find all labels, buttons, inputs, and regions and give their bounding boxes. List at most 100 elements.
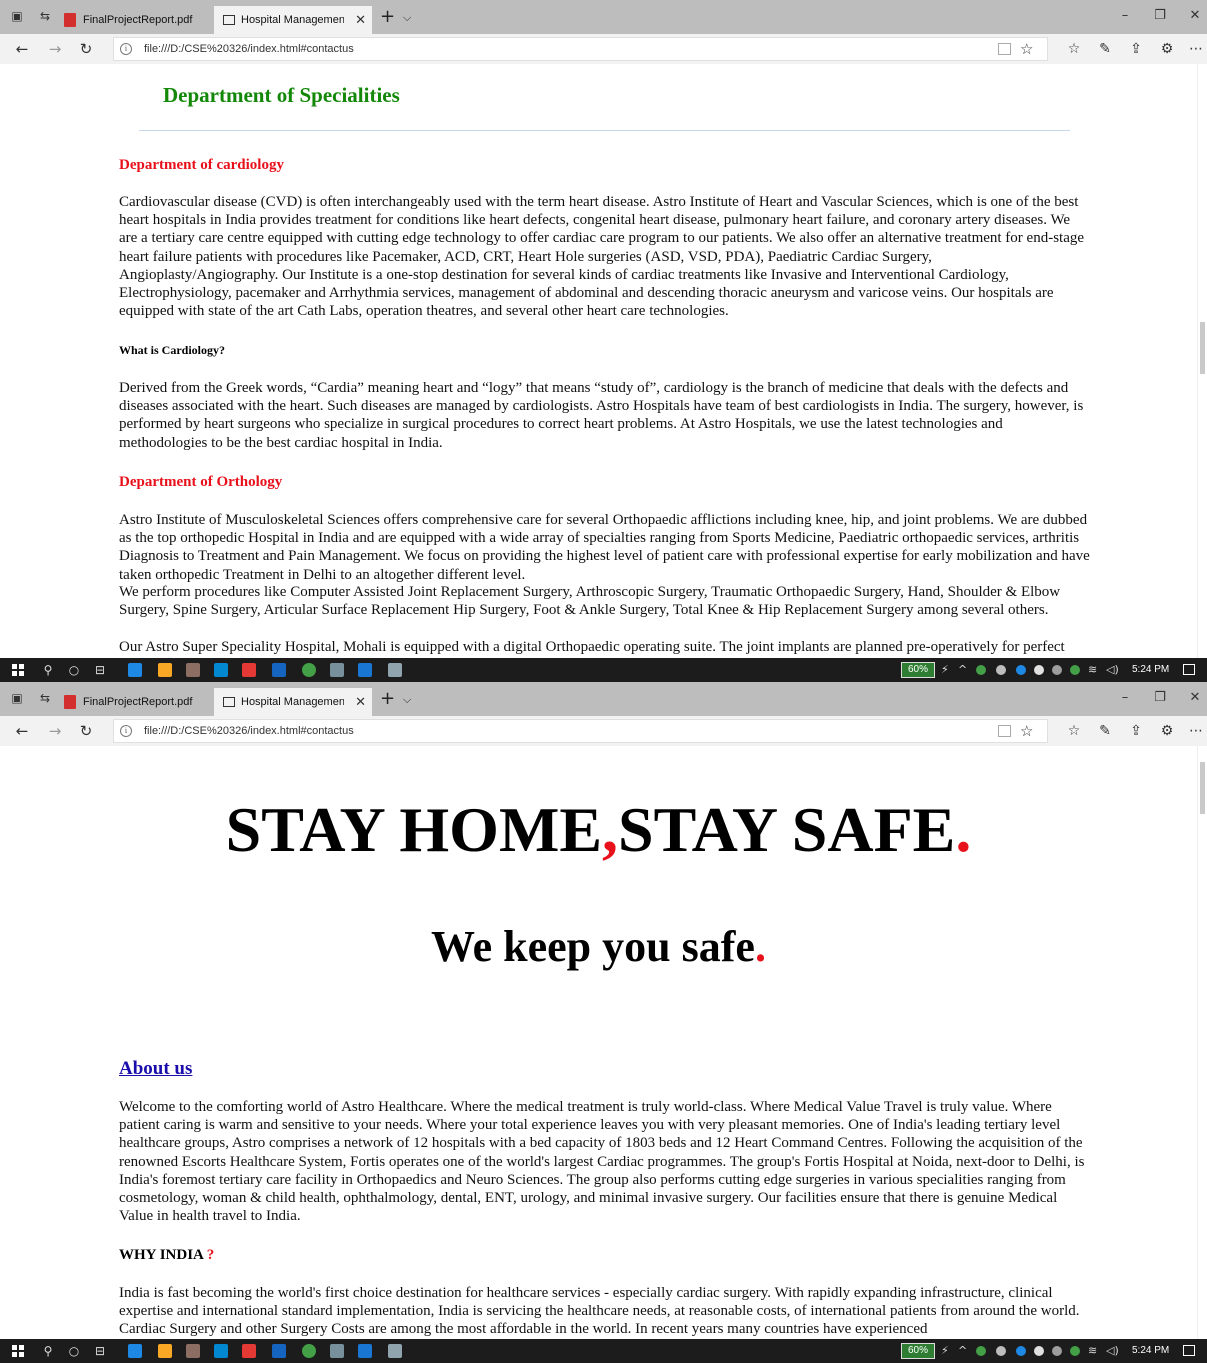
clock[interactable]: 5:24 PM [1132,662,1169,678]
edge-icon[interactable] [128,663,142,677]
scrollbar[interactable] [1197,64,1207,658]
cortana-icon[interactable]: ○ [66,1343,82,1359]
url-field[interactable]: i file:///D:/CSE%20326/index.html#contac… [113,719,1048,743]
tab-hospital[interactable]: Hospital Management S ✕ [214,6,372,34]
forward-icon[interactable]: → [45,39,65,59]
star-icon[interactable]: ☆ [1020,39,1033,59]
chevron-down-icon[interactable]: ⌵ [403,8,411,28]
tab-preview-icon[interactable]: ▣ [10,691,24,705]
close-window-icon[interactable]: ✕ [1185,690,1205,706]
tab-pdf[interactable]: FinalProjectReport.pdf [62,6,212,34]
tab-hospital[interactable]: Hospital Management S ✕ [214,688,372,716]
forward-icon[interactable]: → [45,721,65,741]
chrome-icon[interactable] [302,663,316,677]
close-window-icon[interactable]: ✕ [1185,8,1205,24]
tray-app-icon[interactable] [996,1346,1006,1356]
app-icon[interactable] [388,1344,402,1358]
chevron-up-icon[interactable]: ^ [958,662,967,678]
app-icon[interactable] [242,663,256,677]
notification-icon[interactable] [1183,1345,1195,1356]
pen-icon[interactable]: ✎ [1095,39,1115,59]
windows-start-icon[interactable] [12,664,24,676]
tray-app-icon[interactable] [976,1346,986,1356]
app-icon[interactable] [214,1344,228,1358]
close-tab-icon[interactable]: ✕ [355,6,366,34]
scrollbar[interactable] [1197,746,1207,1339]
chrome-icon[interactable] [302,1344,316,1358]
battery-icon[interactable] [1052,665,1062,675]
about-us-link[interactable]: About us [119,1058,192,1080]
extensions-icon[interactable]: ⚙ [1157,39,1177,59]
set-aside-tabs-icon[interactable]: ⇆ [38,691,52,705]
restore-icon[interactable]: ❐ [1150,690,1170,706]
task-view-icon[interactable]: ⊟ [92,662,108,678]
file-explorer-icon[interactable] [158,1344,172,1358]
tray-app-icon[interactable] [1070,665,1080,675]
reading-view-icon[interactable] [998,43,1011,55]
favorites-icon[interactable]: ☆ [1064,721,1084,741]
share-icon[interactable]: ⇪ [1126,39,1146,59]
new-tab-icon[interactable]: + [380,6,395,28]
app-icon[interactable] [330,1344,344,1358]
tab-pdf[interactable]: FinalProjectReport.pdf [62,688,212,716]
windows-start-icon[interactable] [12,1345,24,1357]
word-icon[interactable] [358,1344,372,1358]
task-view-icon[interactable]: ⊟ [92,1343,108,1359]
chevron-up-icon[interactable]: ^ [958,1343,967,1359]
reading-view-icon[interactable] [998,725,1011,737]
app-icon[interactable] [214,663,228,677]
refresh-icon[interactable]: ↻ [76,39,96,59]
tab-preview-icon[interactable]: ▣ [10,9,24,23]
notification-icon[interactable] [1183,664,1195,675]
battery-indicator[interactable]: 60% [901,1343,935,1359]
info-icon[interactable]: i [120,725,132,737]
favorites-icon[interactable]: ☆ [1064,39,1084,59]
tray-app-icon[interactable] [996,665,1006,675]
tray-app-icon[interactable] [1070,1346,1080,1356]
wifi-icon[interactable]: ≋ [1088,662,1097,678]
more-icon[interactable]: ⋯ [1186,721,1206,741]
info-icon[interactable]: i [120,43,132,55]
clock[interactable]: 5:24 PM [1132,1343,1169,1359]
set-aside-tabs-icon[interactable]: ⇆ [38,9,52,23]
volume-icon[interactable]: ◁) [1106,1343,1119,1359]
bluetooth-icon[interactable] [1016,665,1026,675]
star-icon[interactable]: ☆ [1020,721,1033,741]
app-icon[interactable] [242,1344,256,1358]
new-tab-icon[interactable]: + [380,688,395,710]
restore-icon[interactable]: ❐ [1150,8,1170,24]
back-icon[interactable]: ← [12,39,32,59]
mail-icon[interactable] [272,663,286,677]
app-icon[interactable] [330,663,344,677]
close-tab-icon[interactable]: ✕ [355,688,366,716]
store-icon[interactable] [186,1344,200,1358]
search-icon[interactable]: ⚲ [40,662,56,678]
url-field[interactable]: i file:///D:/CSE%20326/index.html#contac… [113,37,1048,61]
bluetooth-icon[interactable] [1016,1346,1026,1356]
word-icon[interactable] [358,663,372,677]
extensions-icon[interactable]: ⚙ [1157,721,1177,741]
more-icon[interactable]: ⋯ [1186,39,1206,59]
back-icon[interactable]: ← [12,721,32,741]
refresh-icon[interactable]: ↻ [76,721,96,741]
volume-icon[interactable]: ◁) [1106,662,1119,678]
scroll-thumb[interactable] [1200,322,1205,374]
cortana-icon[interactable]: ○ [66,662,82,678]
share-icon[interactable]: ⇪ [1126,721,1146,741]
battery-icon[interactable] [1052,1346,1062,1356]
pen-icon[interactable]: ✎ [1095,721,1115,741]
tray-app-icon[interactable] [1034,1346,1044,1356]
file-explorer-icon[interactable] [158,663,172,677]
minimize-icon[interactable]: – [1115,690,1135,706]
mail-icon[interactable] [272,1344,286,1358]
wifi-icon[interactable]: ≋ [1088,1343,1097,1359]
edge-icon[interactable] [128,1344,142,1358]
app-icon[interactable] [388,663,402,677]
minimize-icon[interactable]: – [1115,8,1135,24]
tray-app-icon[interactable] [976,665,986,675]
search-icon[interactable]: ⚲ [40,1343,56,1359]
tray-app-icon[interactable] [1034,665,1044,675]
store-icon[interactable] [186,663,200,677]
chevron-down-icon[interactable]: ⌵ [403,690,411,710]
scroll-thumb[interactable] [1200,762,1205,814]
